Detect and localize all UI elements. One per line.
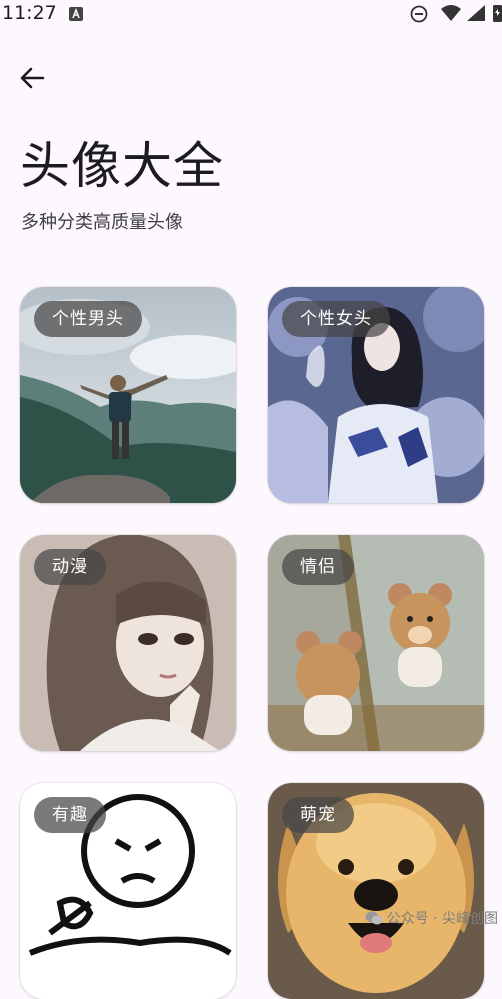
category-label: 情侣 (282, 549, 354, 585)
category-card-pet[interactable]: 萌宠 (268, 783, 484, 999)
category-card-male[interactable]: 个性男头 (20, 287, 236, 503)
category-card-anime[interactable]: 动漫 (20, 535, 236, 751)
watermark: 公众号 · 尖峰创图 (365, 908, 498, 928)
wifi-icon (440, 4, 462, 26)
category-card-couple[interactable]: 情侣 (268, 535, 484, 751)
back-arrow-icon (20, 67, 45, 89)
category-label: 个性女头 (282, 301, 390, 337)
category-label: 个性男头 (34, 301, 142, 337)
signal-icon (466, 4, 486, 26)
back-button[interactable] (10, 56, 54, 100)
dnd-icon (410, 5, 428, 27)
battery-icon (492, 3, 502, 27)
category-label: 萌宠 (282, 797, 354, 833)
status-bar: 11:27 (0, 0, 502, 28)
category-label: 有趣 (34, 797, 106, 833)
page-title: 头像大全 (20, 137, 224, 195)
category-card-female[interactable]: 个性女头 (268, 287, 484, 503)
wechat-icon (365, 911, 383, 925)
watermark-text: 公众号 · 尖峰创图 (386, 911, 498, 927)
category-label: 动漫 (34, 549, 106, 585)
category-card-funny[interactable]: 有趣 (20, 783, 236, 999)
status-time: 11:27 (2, 2, 57, 24)
page-subtitle: 多种分类高质量头像 (21, 212, 183, 233)
notification-icon (69, 6, 83, 25)
